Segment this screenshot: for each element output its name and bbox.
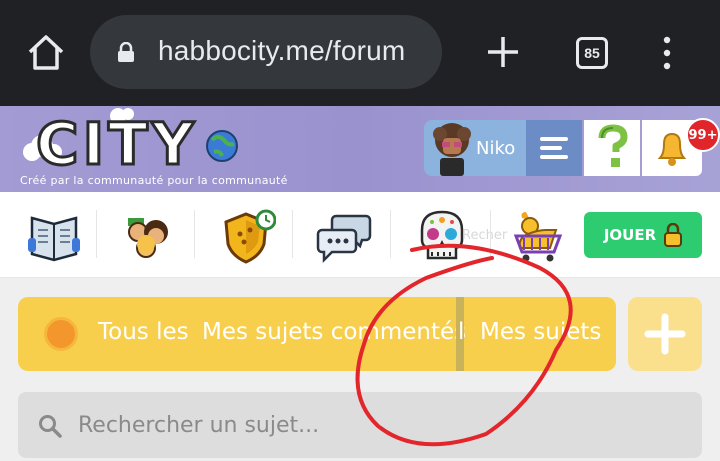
nav-divider — [390, 210, 391, 258]
hotel-lock-icon — [664, 223, 683, 247]
newspaper-icon[interactable] — [26, 208, 82, 264]
nav-hidden-label: Recher — [462, 228, 508, 243]
tab-switcher-button[interactable]: 85 — [576, 37, 608, 69]
site-tagline: Créé par la communauté pour la communaut… — [20, 174, 288, 187]
filter-my-topics-label: Mes sujets — [480, 319, 602, 345]
nav-divider — [490, 210, 491, 258]
url-text: habbocity.me/forum — [158, 35, 406, 66]
help-question-icon — [598, 124, 628, 167]
chat-bubbles-icon[interactable] — [316, 208, 372, 264]
nav-bar: Recher JOUER — [0, 192, 720, 278]
menu-line-icon — [540, 146, 562, 150]
browser-toolbar: habbocity.me/forum 85 — [0, 0, 720, 106]
nav-divider — [292, 210, 293, 258]
more-vert-icon[interactable] — [660, 36, 674, 70]
filter-fragment-label: l — [458, 319, 465, 345]
plus-icon — [644, 313, 686, 355]
shop-cart-icon[interactable] — [508, 208, 564, 264]
play-button[interactable]: JOUER — [584, 212, 702, 258]
page: habbocity.me/forum 85 CITY Créé par la c… — [0, 0, 720, 461]
home-icon[interactable] — [24, 30, 68, 74]
new-tab-icon[interactable] — [484, 33, 522, 71]
topic-search-box — [18, 392, 702, 458]
topic-filter-bar: Tous les s Mes sujets commentés l Mes su… — [18, 297, 616, 371]
new-topic-button[interactable] — [628, 297, 702, 371]
lock-icon — [118, 42, 134, 62]
play-label: JOUER — [603, 226, 657, 244]
menu-line-icon — [540, 155, 568, 159]
address-bar[interactable]: habbocity.me/forum — [90, 15, 442, 89]
search-icon — [39, 415, 62, 438]
user-profile-button[interactable]: Niko — [424, 120, 526, 176]
tab-count: 85 — [584, 45, 600, 61]
nav-divider — [96, 210, 97, 258]
help-button[interactable] — [584, 120, 640, 176]
filter-commented-label: Mes sujets commentés — [202, 319, 467, 345]
filter-commented-button[interactable]: Mes sujets commentés — [190, 297, 466, 371]
city-logo[interactable]: CITY — [14, 106, 244, 178]
menu-button[interactable] — [526, 120, 582, 176]
players-icon[interactable] — [118, 208, 174, 264]
logo-text: CITY — [36, 110, 198, 178]
user-name: Niko — [476, 138, 516, 159]
notification-badge: 99+ — [686, 118, 720, 152]
avatar — [433, 123, 471, 176]
site-header: CITY Créé par la communauté pour la comm… — [0, 106, 720, 192]
nav-divider — [194, 210, 195, 258]
sun-icon — [44, 317, 78, 351]
badge-shield-icon[interactable] — [220, 208, 276, 264]
filter-my-topics-button[interactable]: Mes sujets — [466, 297, 616, 371]
search-input[interactable] — [78, 404, 678, 446]
menu-line-icon — [540, 137, 568, 141]
